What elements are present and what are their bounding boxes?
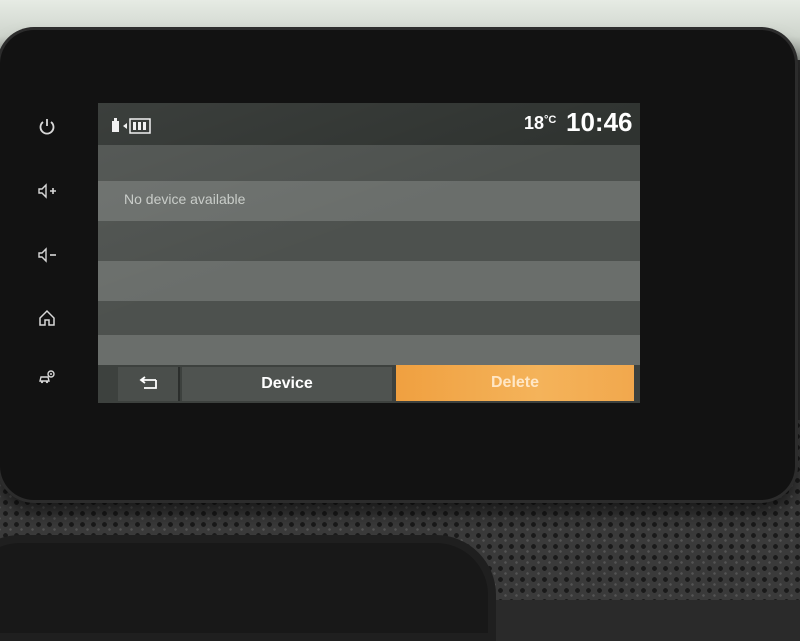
power-key[interactable]: [32, 112, 62, 142]
clock: 10:46: [566, 107, 633, 137]
touch-screen: 18°C 10:46 No device available Device De…: [98, 103, 640, 403]
power-icon: [39, 119, 55, 135]
outside-temperature: 18°C: [524, 113, 557, 133]
list-item: [98, 335, 640, 365]
air-vent: [0, 535, 496, 641]
car-settings-icon: [39, 370, 55, 384]
back-arrow-icon: [139, 376, 157, 389]
home-icon: [39, 309, 55, 326]
car-settings-key[interactable]: [32, 362, 62, 392]
volume-up-key[interactable]: [32, 176, 62, 206]
back-button[interactable]: [118, 367, 180, 401]
no-device-message: No device available: [124, 191, 246, 207]
list-item: No device available: [98, 181, 640, 221]
volume-down-icon: [38, 247, 56, 263]
home-key[interactable]: [32, 303, 62, 333]
list-item: [98, 261, 640, 301]
delete-button[interactable]: Delete: [396, 365, 634, 401]
device-button[interactable]: Device: [182, 367, 392, 401]
status-bar: 18°C 10:46: [98, 103, 640, 145]
list-item: [98, 145, 640, 185]
volume-down-key[interactable]: [32, 240, 62, 270]
phone-battery-icon: [110, 115, 156, 135]
volume-up-icon: [38, 183, 56, 199]
list-item: [98, 221, 640, 261]
